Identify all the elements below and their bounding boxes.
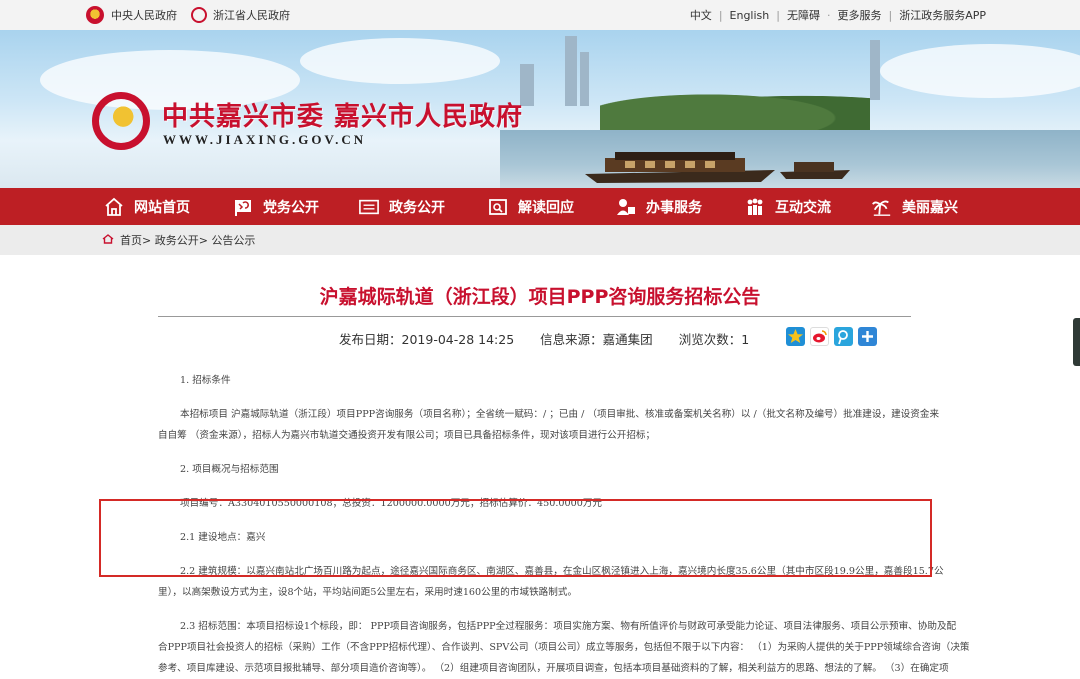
interpretation-icon — [488, 197, 508, 217]
link-more-services[interactable]: 更多服务 — [837, 7, 881, 23]
zhejiang-emblem-icon — [191, 7, 207, 23]
article-title: 沪嘉城际轨道（浙江段）项目PPP咨询服务招标公告 — [319, 286, 761, 308]
publish-date: 发布日期：2019-04-28 14:25 — [339, 329, 514, 348]
link-zhejiang-app[interactable]: 浙江政务服务APP — [899, 7, 986, 23]
section-1-text-continued: 自自筹 （资金来源），招标人为嘉兴市轨道交通投资开发有限公司；项目已具备招标条件… — [158, 430, 656, 441]
nav-item-party-affairs[interactable]: 党务公开 — [233, 188, 319, 225]
link-chinese[interactable]: 中文 — [690, 7, 712, 23]
title-divider — [158, 316, 911, 317]
header-banner: 中共嘉兴市委 嘉兴市人民政府 WWW.JIAXING.GOV.CN — [0, 30, 1080, 188]
nav-item-label: 网站首页 — [134, 199, 190, 216]
breadcrumb-announcements[interactable]: 公告公示 — [211, 232, 255, 248]
document-icon — [359, 197, 379, 217]
site-url: WWW.JIAXING.GOV.CN — [163, 132, 367, 147]
section-2-text: 项目编号：A3304010550000108；总投资：1200000.0000万… — [180, 498, 603, 509]
site-title: 中共嘉兴市委 嘉兴市人民政府 — [162, 102, 524, 132]
breadcrumb: 首页 > 政务公开 > 公告公示 — [0, 225, 1080, 255]
party-flag-icon — [233, 197, 253, 217]
separator: | — [776, 8, 780, 22]
section-2-2-scale-continued: 里），以高架敷设方式为主，设8个站，平均站间距5公里左右，采用时速160公里的市… — [158, 587, 578, 598]
nav-item-interpretation[interactable]: 解读回应 — [488, 188, 574, 225]
publish-date-value: 2019-04-28 14:25 — [401, 332, 515, 347]
cloud-decoration — [300, 38, 500, 84]
link-english[interactable]: English — [730, 9, 770, 22]
service-icon — [616, 197, 636, 217]
view-count-value: 1 — [741, 332, 750, 347]
nav-item-label: 办事服务 — [646, 199, 702, 216]
section-2-3-scope-continued: 参考、项目库建设、示范项目报批辅导、部分项目造价咨询等）。 （2）组建项目咨询团… — [158, 663, 949, 674]
qzone-star-icon[interactable] — [786, 327, 805, 346]
people-icon — [745, 197, 765, 217]
home-icon — [104, 197, 124, 217]
link-accessibility[interactable]: 无障碍 — [787, 7, 820, 23]
section-2-1-location: 2.1 建设地点：嘉兴 — [180, 532, 266, 543]
article-meta: 发布日期：2019-04-28 14:25 信息来源：嘉通集团 浏览次数：1 — [339, 329, 749, 348]
home-icon — [102, 233, 114, 247]
nav-item-home[interactable]: 网站首页 — [104, 188, 190, 225]
separator: · — [826, 8, 831, 22]
section-2-2-scale: 2.2 建筑规模：以嘉兴南站北广场百川路为起点，途径嘉兴国际商务区、南湖区、嘉善… — [180, 566, 944, 577]
cloud-decoration — [880, 44, 1080, 98]
info-source-label: 信息来源： — [540, 332, 603, 347]
nav-item-beautiful-jiaxing[interactable]: 美丽嘉兴 — [872, 188, 958, 225]
info-source-value: 嘉通集团 — [602, 332, 653, 347]
nav-item-label: 美丽嘉兴 — [902, 199, 958, 216]
view-count: 浏览次数：1 — [679, 329, 749, 348]
main-navigation: 网站首页 党务公开 政务公开 解读回应 办事服务 互动交流 美丽嘉兴 — [0, 188, 1080, 225]
breadcrumb-government-affairs[interactable]: 政务公开 — [155, 232, 199, 248]
weibo-icon[interactable] — [810, 327, 829, 346]
breadcrumb-separator: > — [198, 233, 208, 247]
section-1-text: 本招标项目 沪嘉城际轨道（浙江段）项目PPP咨询服务（项目名称）；全省统一赋码：… — [180, 409, 940, 420]
section-2-heading: 2. 项目概况与招标范围 — [180, 464, 279, 475]
nav-item-label: 互动交流 — [775, 199, 831, 216]
breadcrumb-separator: > — [142, 233, 152, 247]
separator: | — [888, 8, 893, 22]
small-boat-image — [780, 162, 850, 179]
share-bar — [786, 327, 877, 346]
national-emblem-icon — [86, 6, 104, 24]
link-zhejiang-government[interactable]: 浙江省人民政府 — [213, 7, 290, 23]
link-central-government[interactable]: 中央人民政府 — [111, 7, 177, 23]
article-body: 1. 招标条件 本招标项目 沪嘉城际轨道（浙江段）项目PPP咨询服务（项目名称）… — [158, 370, 970, 679]
city-building — [580, 52, 589, 106]
tencent-weibo-icon[interactable] — [834, 327, 853, 346]
more-share-plus-icon[interactable] — [858, 327, 877, 346]
section-2-3-scope: 2.3 招标范围：本项目招标设1个标段，即： PPP项目咨询服务，包括PPP全过… — [180, 621, 957, 632]
publish-date-label: 发布日期： — [339, 332, 402, 347]
nav-item-government-affairs[interactable]: 政务公开 — [359, 188, 445, 225]
top-utility-bar: 中央人民政府 浙江省人民政府 中文 | English | 无障碍 · 更多服务… — [0, 0, 1080, 31]
jiaxing-logo-icon — [92, 92, 150, 150]
nav-item-label: 解读回应 — [518, 199, 574, 216]
breadcrumb-home[interactable]: 首页 — [120, 232, 142, 248]
nav-item-services[interactable]: 办事服务 — [616, 188, 702, 225]
nav-item-label: 政务公开 — [389, 199, 445, 216]
info-source: 信息来源：嘉通集团 — [540, 329, 653, 348]
city-building — [870, 40, 880, 100]
nav-item-interaction[interactable]: 互动交流 — [745, 188, 831, 225]
section-1-heading: 1. 招标条件 — [180, 375, 231, 386]
separator: | — [718, 8, 723, 22]
palm-tree-icon — [872, 197, 892, 217]
red-boat-image — [585, 152, 775, 183]
section-2-3-scope-continued: 合PPP项目社会投资人的招标（采购）工作（不含PPP招标代理）、合作谈判、SPV… — [158, 642, 970, 653]
city-building — [565, 36, 577, 106]
nav-item-label: 党务公开 — [263, 199, 319, 216]
scrollbar-handle[interactable] — [1073, 318, 1080, 366]
view-count-label: 浏览次数： — [678, 332, 742, 347]
